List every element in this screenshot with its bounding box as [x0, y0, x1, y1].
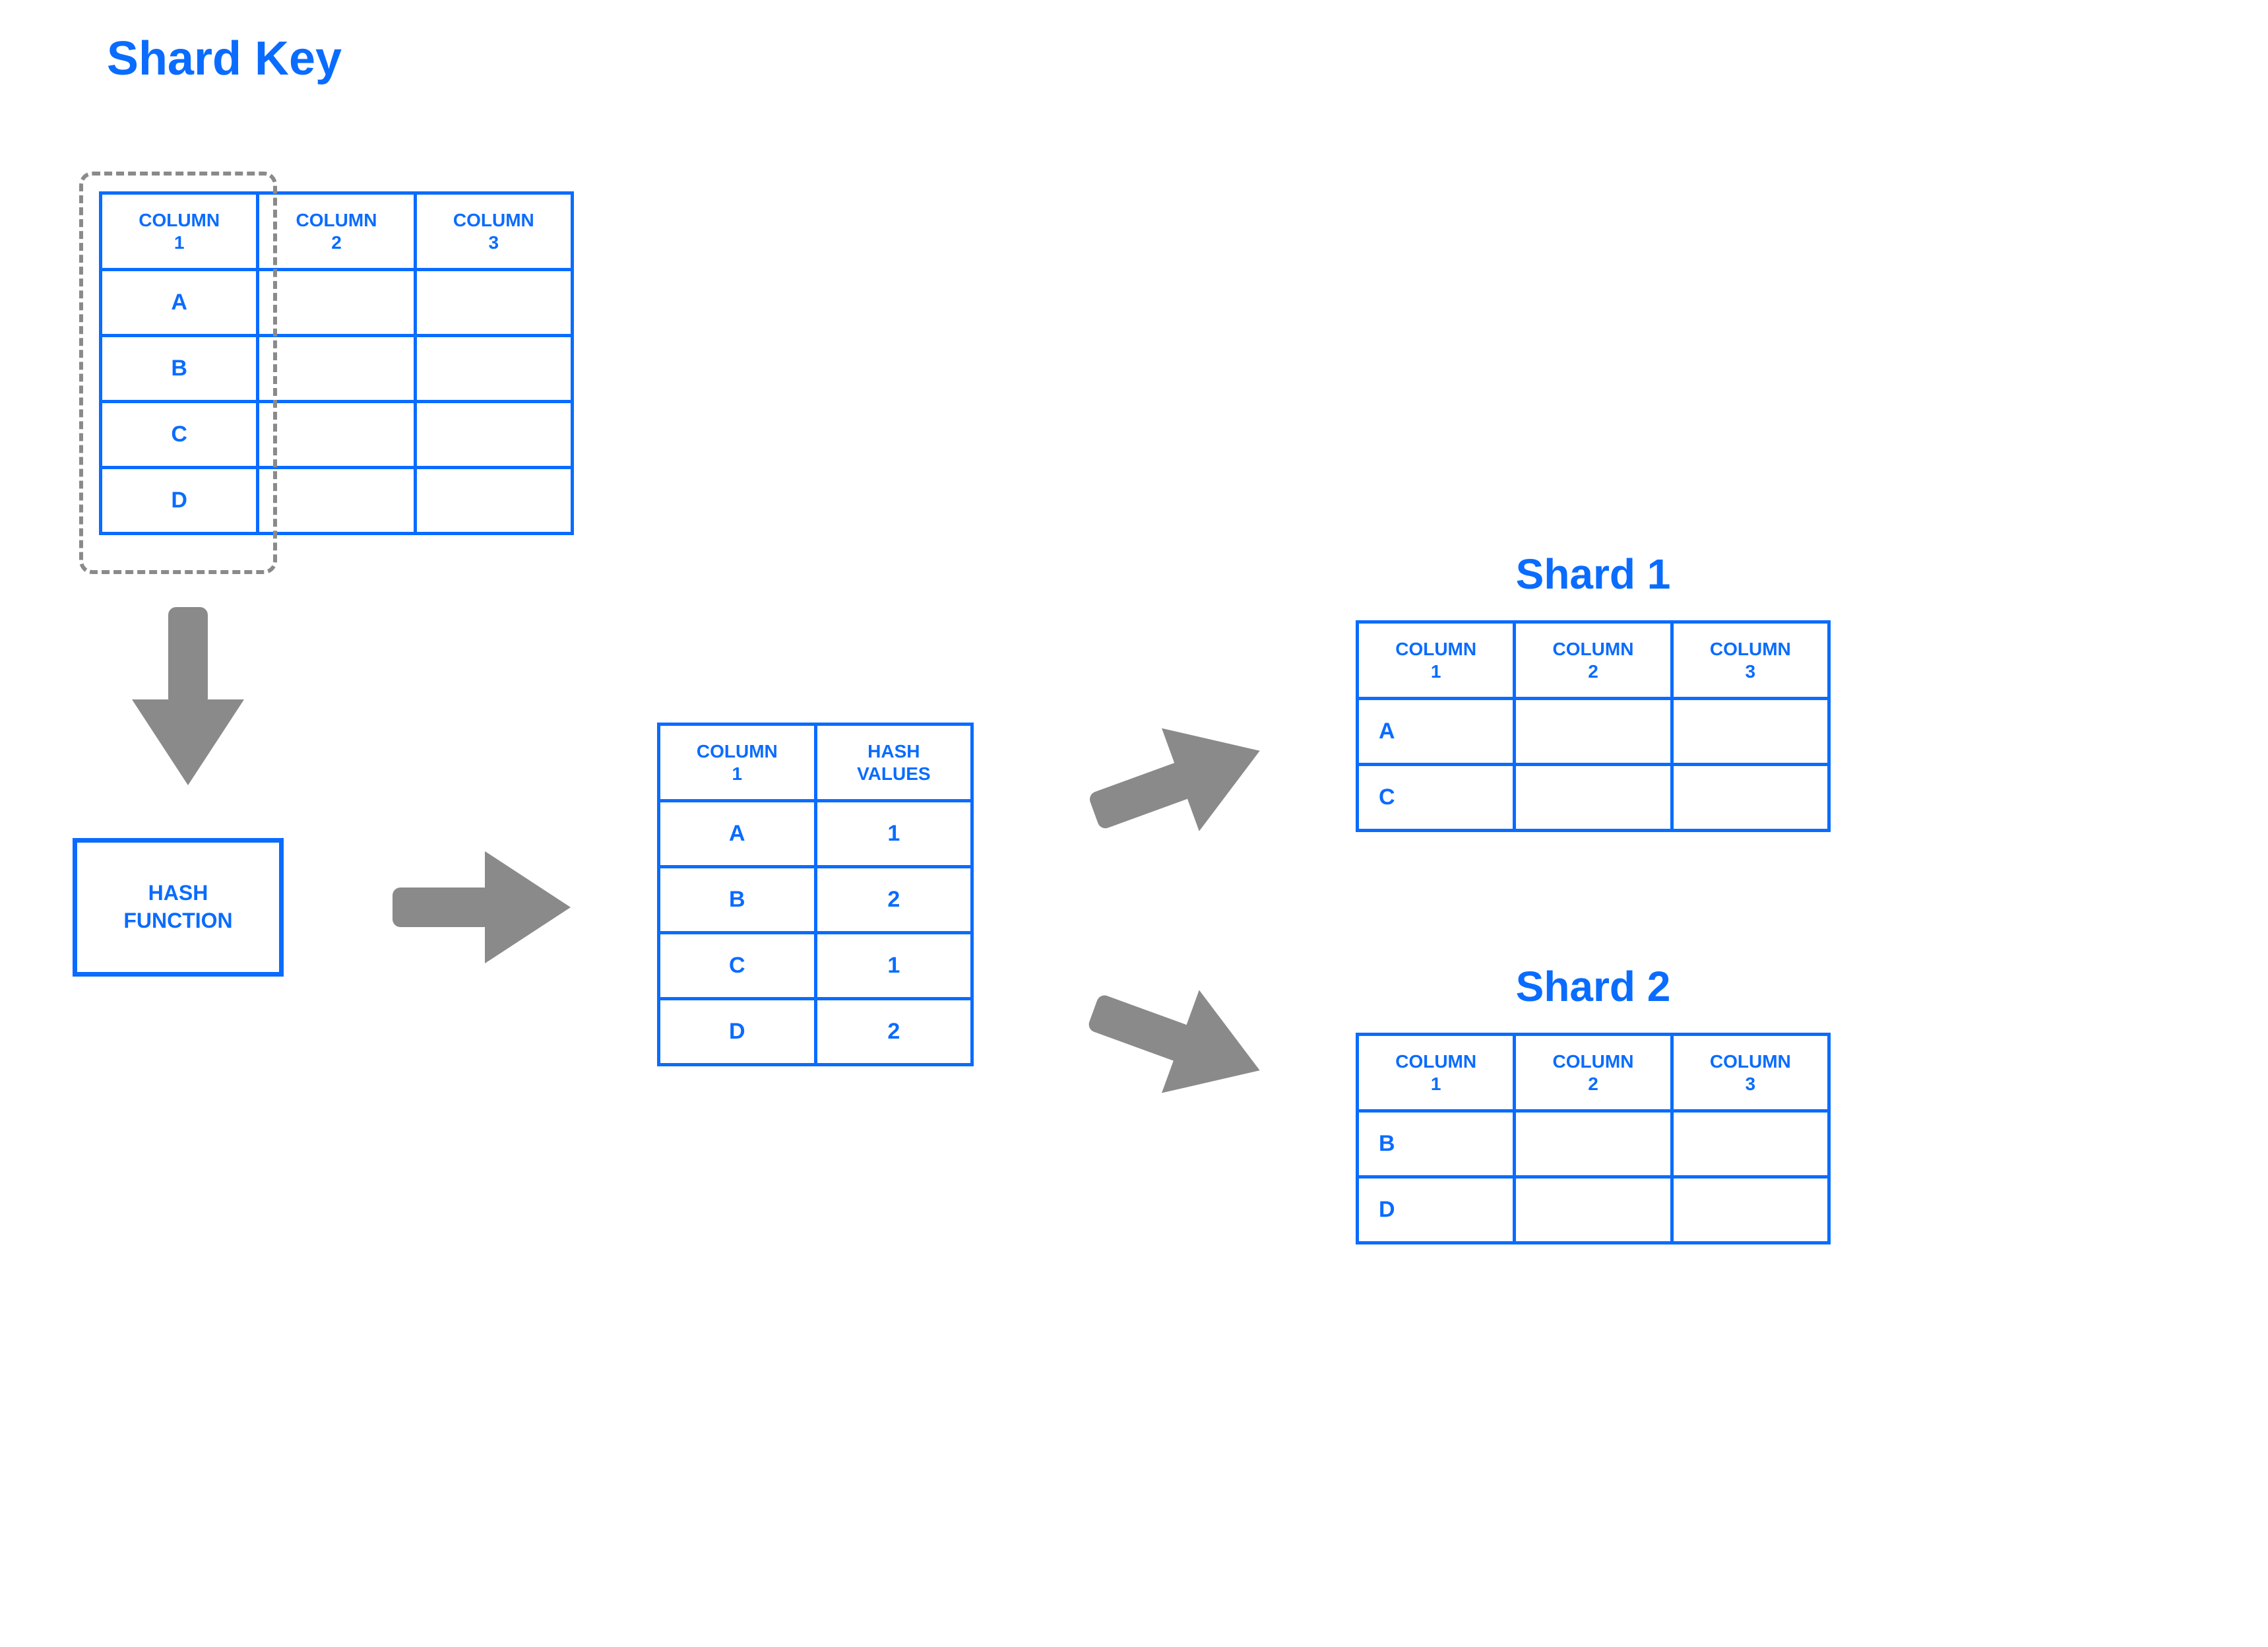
- cell-empty: [1515, 1111, 1672, 1177]
- table-header-row: COLUMN 1 COLUMN 2 COLUMN 3: [1358, 622, 1829, 699]
- cell-empty: [1515, 1177, 1672, 1243]
- arrow-down-icon: [132, 607, 244, 789]
- cell-empty: [415, 336, 572, 402]
- cell-empty: [1672, 699, 1829, 765]
- cell-key: D: [659, 999, 816, 1065]
- table-row: D 2: [659, 999, 972, 1065]
- table-row: C: [101, 402, 573, 468]
- col-header-3: COLUMN 3: [1672, 622, 1829, 699]
- col-header-hash: HASH VALUES: [815, 725, 972, 801]
- cell-empty: [1672, 765, 1829, 831]
- cell-empty: [1672, 1177, 1829, 1243]
- col-header-2: COLUMN 2: [258, 193, 415, 270]
- cell-empty: [415, 468, 572, 534]
- col-header-3: COLUMN 3: [1672, 1035, 1829, 1111]
- cell-key: D: [101, 468, 258, 534]
- cell-empty: [258, 270, 415, 336]
- table-row: D: [1358, 1177, 1829, 1243]
- col-header-1: COLUMN 1: [659, 725, 816, 801]
- table-row: A: [1358, 699, 1829, 765]
- cell-empty: [258, 468, 415, 534]
- cell-empty: [415, 270, 572, 336]
- col-header-2: COLUMN 2: [1515, 1035, 1672, 1111]
- arrow-right-icon: [393, 851, 571, 967]
- cell-empty: [1515, 699, 1672, 765]
- cell-hash: 2: [815, 867, 972, 933]
- hash-function-box: HASH FUNCTION: [73, 838, 284, 977]
- cell-hash: 1: [815, 801, 972, 867]
- table-row: B 2: [659, 867, 972, 933]
- table-row: C: [1358, 765, 1829, 831]
- cell-empty: [258, 336, 415, 402]
- shard1-title: Shard 1: [1356, 551, 1831, 597]
- shard-key-title: Shard Key: [106, 33, 343, 85]
- cell-key: B: [101, 336, 258, 402]
- shard2-table: COLUMN 1 COLUMN 2 COLUMN 3 B D: [1356, 1033, 1831, 1244]
- table-row: B: [101, 336, 573, 402]
- table-row: A 1: [659, 801, 972, 867]
- cell-key: C: [1358, 765, 1515, 831]
- cell-key: D: [1358, 1177, 1515, 1243]
- cell-hash: 1: [815, 933, 972, 999]
- col-header-2: COLUMN 2: [1515, 622, 1672, 699]
- cell-hash: 2: [815, 999, 972, 1065]
- table-header-row: COLUMN 1 COLUMN 2 COLUMN 3: [1358, 1035, 1829, 1111]
- col-header-1: COLUMN 1: [1358, 1035, 1515, 1111]
- source-table: COLUMN 1 COLUMN 2 COLUMN 3 A B C: [99, 191, 574, 535]
- hash-values-table: COLUMN 1 HASH VALUES A 1 B 2 C 1 D 2: [657, 723, 974, 1066]
- cell-key: A: [1358, 699, 1515, 765]
- cell-empty: [1515, 765, 1672, 831]
- cell-key: B: [1358, 1111, 1515, 1177]
- shard2-title: Shard 2: [1356, 963, 1831, 1010]
- cell-key: C: [659, 933, 816, 999]
- cell-key: A: [101, 270, 258, 336]
- table-row: A: [101, 270, 573, 336]
- cell-key: C: [101, 402, 258, 468]
- table-header-row: COLUMN 1 HASH VALUES: [659, 725, 972, 801]
- cell-empty: [258, 402, 415, 468]
- arrow-down-right-icon: [1082, 970, 1267, 1112]
- cell-key: A: [659, 801, 816, 867]
- cell-empty: [1672, 1111, 1829, 1177]
- table-header-row: COLUMN 1 COLUMN 2 COLUMN 3: [101, 193, 573, 270]
- col-header-1: COLUMN 1: [101, 193, 258, 270]
- col-header-3: COLUMN 3: [415, 193, 572, 270]
- shard1-table: COLUMN 1 COLUMN 2 COLUMN 3 A C: [1356, 620, 1831, 832]
- table-row: C 1: [659, 933, 972, 999]
- col-header-1: COLUMN 1: [1358, 622, 1515, 699]
- table-row: B: [1358, 1111, 1829, 1177]
- table-row: D: [101, 468, 573, 534]
- arrow-up-right-icon: [1082, 713, 1267, 855]
- cell-empty: [415, 402, 572, 468]
- cell-key: B: [659, 867, 816, 933]
